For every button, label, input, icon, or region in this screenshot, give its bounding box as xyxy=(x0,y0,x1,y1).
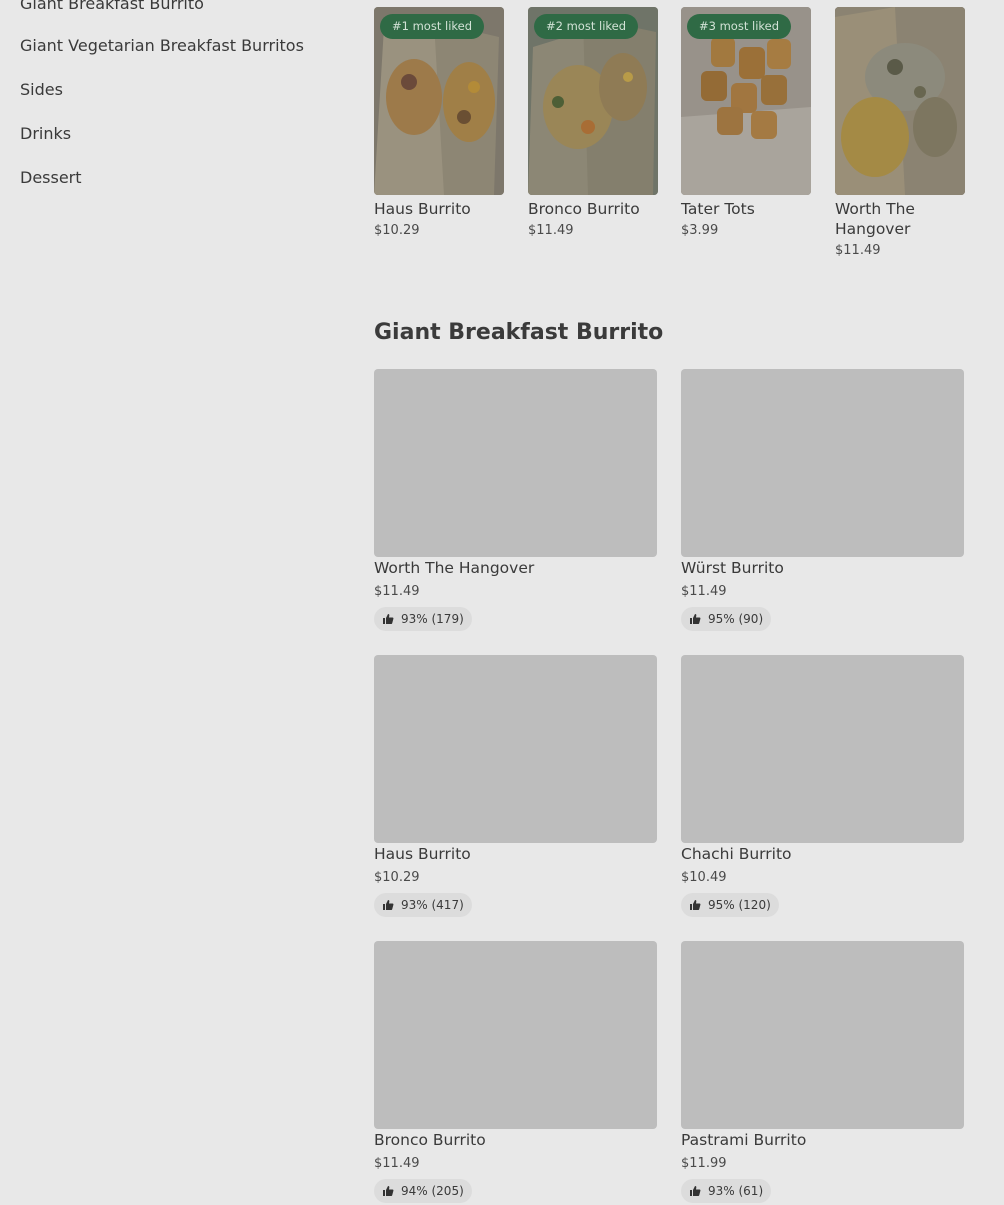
item-name: Worth The Hangover xyxy=(374,559,535,577)
item-price: $11.49 xyxy=(374,1156,420,1171)
item-photo-placeholder xyxy=(374,369,657,557)
item-photo-placeholder xyxy=(374,655,657,843)
item-name: Worth The Hangover xyxy=(835,200,915,238)
item-price: $11.49 xyxy=(681,584,727,599)
item-name: Würst Burrito xyxy=(681,559,784,577)
item-price: $11.49 xyxy=(528,223,574,238)
item-price: $11.49 xyxy=(374,584,420,599)
item-photo-placeholder xyxy=(374,941,657,1129)
thumbs-up-icon xyxy=(383,900,394,910)
thumbs-up-icon xyxy=(690,1186,701,1196)
section-title: Giant Breakfast Burrito xyxy=(374,320,664,345)
rating-badge: 95% (90) xyxy=(681,607,772,631)
sidebar-item-giant-vegetarian-breakfast-burritos[interactable]: Giant Vegetarian Breakfast Burritos xyxy=(20,36,304,55)
thumbs-up-icon xyxy=(690,900,701,910)
item-name: Haus Burrito xyxy=(374,200,471,218)
most-liked-badge: #2 most liked xyxy=(534,14,639,39)
most-liked-badge: #1 most liked xyxy=(380,14,485,39)
sidebar-item-sides[interactable]: Sides xyxy=(20,80,63,99)
sidebar-item-drinks[interactable]: Drinks xyxy=(20,124,71,143)
thumbs-up-icon xyxy=(690,614,701,624)
rating-badge: 93% (417) xyxy=(374,893,472,917)
rating-text: 93% (417) xyxy=(401,898,464,912)
item-price: $11.99 xyxy=(681,1156,727,1171)
rating-text: 95% (90) xyxy=(708,612,764,626)
most-liked-badge: #3 most liked xyxy=(687,14,792,39)
item-photo: #1 most liked xyxy=(374,7,504,195)
item-name: Bronco Burrito xyxy=(528,200,640,218)
rating-badge: 93% (61) xyxy=(681,1179,772,1203)
item-photo: #3 most liked xyxy=(681,7,811,195)
thumbs-up-icon xyxy=(383,1186,394,1196)
item-name: Tater Tots xyxy=(681,200,755,218)
item-name: Haus Burrito xyxy=(374,845,471,863)
sidebar-item-dessert[interactable]: Dessert xyxy=(20,168,82,187)
rating-badge: 95% (120) xyxy=(681,893,779,917)
item-photo xyxy=(835,7,965,195)
item-photo-placeholder xyxy=(681,369,964,557)
item-name: Bronco Burrito xyxy=(374,1131,486,1149)
rating-text: 94% (205) xyxy=(401,1184,464,1198)
rating-text: 93% (179) xyxy=(401,612,464,626)
item-price: $10.29 xyxy=(374,223,420,238)
item-name: Chachi Burrito xyxy=(681,845,792,863)
item-photo-placeholder xyxy=(681,941,964,1129)
item-photo: #2 most liked xyxy=(528,7,658,195)
item-photo-placeholder xyxy=(681,655,964,843)
sidebar-item-giant-breakfast-burrito[interactable]: Giant Breakfast Burrito xyxy=(20,0,204,13)
rating-text: 93% (61) xyxy=(708,1184,764,1198)
rating-text: 95% (120) xyxy=(708,898,771,912)
item-name: Pastrami Burrito xyxy=(681,1131,807,1149)
item-price: $10.29 xyxy=(374,870,420,885)
item-price: $3.99 xyxy=(681,223,719,238)
item-price: $10.49 xyxy=(681,870,727,885)
rating-badge: 94% (205) xyxy=(374,1179,472,1203)
rating-badge: 93% (179) xyxy=(374,607,472,631)
thumbs-up-icon xyxy=(383,614,394,624)
item-price: $11.49 xyxy=(835,243,881,258)
